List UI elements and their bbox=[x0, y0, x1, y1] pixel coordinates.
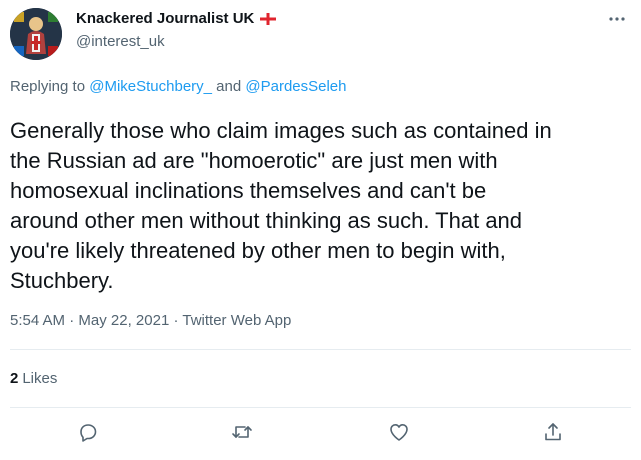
more-horizontal-icon[interactable] bbox=[607, 12, 627, 26]
avatar-image bbox=[10, 8, 62, 60]
retweet-icon bbox=[232, 426, 252, 438]
tweet-metadata: 5:54 AM · May 22, 2021 · Twitter Web App bbox=[10, 312, 291, 329]
tweet-card: Knackered Journalist UK @interest_uk Rep… bbox=[0, 0, 641, 460]
likes-label: Likes bbox=[22, 370, 58, 387]
england-flag-icon bbox=[260, 12, 277, 26]
display-name-text: Knackered Journalist UK bbox=[76, 10, 255, 27]
heart-icon bbox=[390, 424, 408, 441]
likes-count: 2 bbox=[10, 370, 19, 387]
like-button[interactable] bbox=[387, 420, 411, 444]
tweet-text: Generally those who claim images such as… bbox=[10, 118, 552, 293]
replying-to: Replying to @MikeStuchbery_ and @PardesS… bbox=[10, 78, 347, 95]
meta-separator: · bbox=[69, 312, 79, 329]
replying-user-link-1[interactable]: @MikeStuchbery_ bbox=[89, 78, 212, 95]
reply-button[interactable] bbox=[76, 420, 100, 444]
replying-prefix: Replying to bbox=[10, 78, 86, 95]
retweet-button[interactable] bbox=[230, 420, 254, 444]
display-name[interactable]: Knackered Journalist UK bbox=[76, 10, 277, 27]
reply-icon bbox=[80, 424, 97, 442]
tweet-date[interactable]: May 22, 2021 bbox=[78, 312, 169, 329]
divider bbox=[10, 407, 631, 408]
tweet-client[interactable]: Twitter Web App bbox=[182, 312, 291, 329]
likes-summary[interactable]: 2 Likes bbox=[10, 370, 57, 387]
divider bbox=[10, 349, 631, 350]
action-bar bbox=[0, 420, 641, 448]
user-handle[interactable]: @interest_uk bbox=[76, 33, 165, 50]
replying-user-link-2[interactable]: @PardesSeleh bbox=[245, 78, 346, 95]
avatar[interactable] bbox=[10, 8, 62, 60]
tweet-time[interactable]: 5:54 AM bbox=[10, 312, 65, 329]
share-icon bbox=[545, 423, 561, 441]
replying-and: and bbox=[216, 78, 242, 95]
share-button[interactable] bbox=[541, 420, 565, 444]
